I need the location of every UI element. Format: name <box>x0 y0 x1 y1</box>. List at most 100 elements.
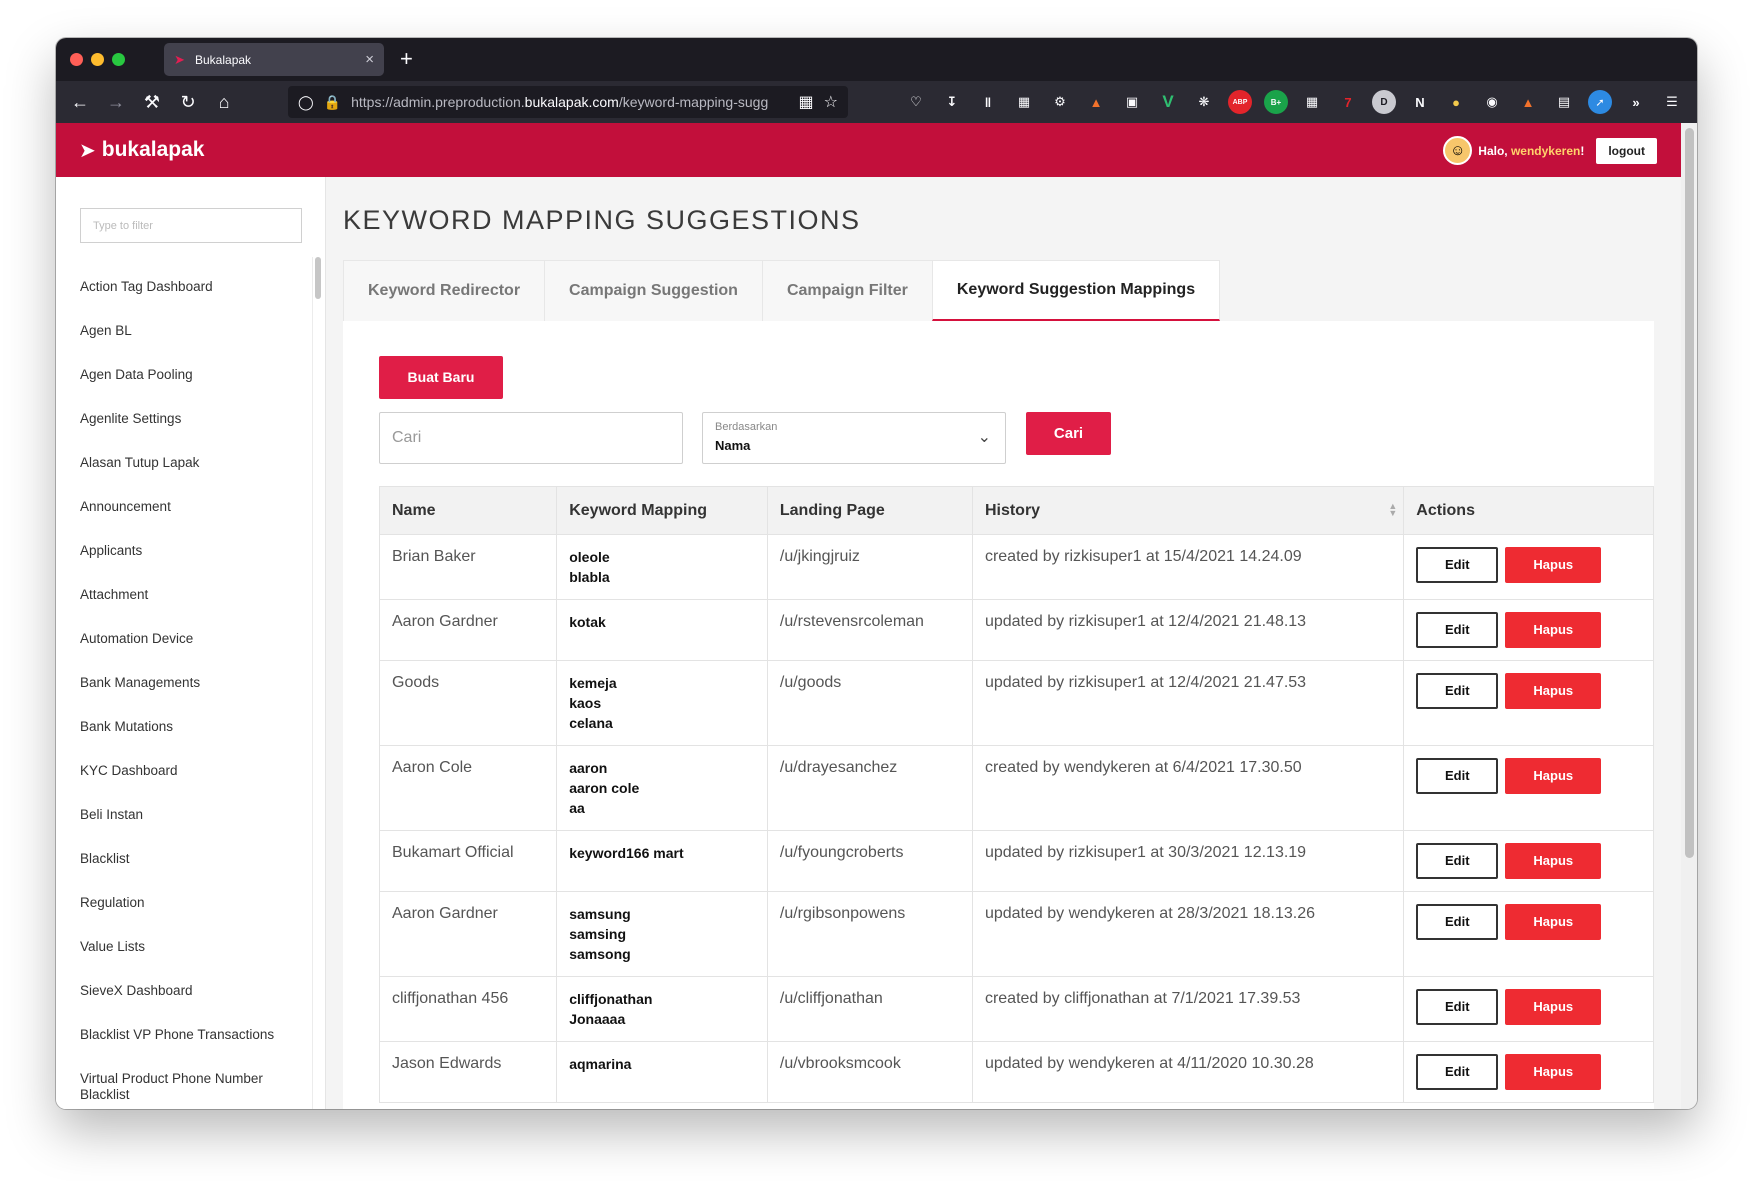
edit-button[interactable]: Edit <box>1416 612 1499 648</box>
bookmark-star-icon[interactable]: ☆ <box>824 92 838 112</box>
url-text[interactable]: https://admin.preproduction.bukalapak.co… <box>351 94 788 110</box>
fox-extension-icon[interactable]: ▲ <box>1084 90 1108 114</box>
delete-button[interactable]: Hapus <box>1505 758 1602 794</box>
sidebar-item[interactable]: Blacklist <box>80 851 310 895</box>
sidebar-item[interactable]: Beli Instan <box>80 807 310 851</box>
globe-extension-icon[interactable]: ⚙ <box>1048 90 1072 114</box>
download-icon[interactable]: ↧ <box>940 90 964 114</box>
apps-grid-icon[interactable]: ▦ <box>1300 90 1324 114</box>
column-header-history[interactable]: History ▲ ▼ <box>971 486 1405 535</box>
avatar[interactable]: ☺ <box>1443 136 1473 165</box>
reload-icon[interactable]: ↻ <box>170 92 206 113</box>
address-bar[interactable]: ◯ 🔒 https://admin.preproduction.bukalapa… <box>288 86 848 118</box>
n-extension-icon[interactable]: N <box>1408 90 1432 114</box>
tab-campaign-filter[interactable]: Campaign Filter <box>761 260 933 321</box>
sidebar-item[interactable]: Alasan Tutup Lapak <box>80 455 310 499</box>
reader-extension-icon[interactable]: ▤ <box>1552 90 1576 114</box>
cookie-extension-icon[interactable]: ◉ <box>1480 90 1504 114</box>
tab-keyword-suggestion-mappings[interactable]: Keyword Suggestion Mappings <box>931 260 1221 321</box>
sidebar-item[interactable]: Announcement <box>80 499 310 543</box>
screenshot-extension-icon[interactable]: ▣ <box>1120 90 1144 114</box>
sidebar-item[interactable]: Bank Mutations <box>80 719 310 763</box>
search-input[interactable]: Cari <box>379 412 683 464</box>
delete-button[interactable]: Hapus <box>1505 989 1602 1025</box>
edit-button[interactable]: Edit <box>1416 904 1499 940</box>
more-extensions-icon[interactable]: » <box>1624 90 1648 114</box>
edit-button[interactable]: Edit <box>1416 843 1499 879</box>
close-window-button[interactable] <box>70 53 83 66</box>
logout-button[interactable]: logout <box>1596 137 1657 164</box>
sidebar-item[interactable]: Blacklist VP Phone Transactions <box>80 1027 310 1071</box>
sidebar-item[interactable]: Regulation <box>80 895 310 939</box>
forward-arrow-icon[interactable]: → <box>98 92 134 113</box>
create-new-button[interactable]: Buat Baru <box>379 356 503 399</box>
bukalapak-logo[interactable]: ➤ bukalapak <box>79 138 204 163</box>
delete-button[interactable]: Hapus <box>1505 843 1602 879</box>
sidebar-item[interactable]: Applicants <box>80 543 310 587</box>
qr-code-icon[interactable]: ▦ <box>799 92 814 112</box>
sidebar-filter-input[interactable]: Type to filter <box>80 208 302 243</box>
cell-keywords: aqmarina <box>556 1041 768 1103</box>
qr-extension-icon[interactable]: ▦ <box>1012 90 1036 114</box>
bottle-extension-icon[interactable]: ● <box>1444 90 1468 114</box>
new-tab-button[interactable]: + <box>400 46 413 72</box>
tab-keyword-redirector[interactable]: Keyword Redirector <box>343 260 546 321</box>
delete-button[interactable]: Hapus <box>1505 673 1602 709</box>
metamask-icon[interactable]: ▲ <box>1516 90 1540 114</box>
back-arrow-icon[interactable]: ← <box>62 92 98 113</box>
delete-button[interactable]: Hapus <box>1505 547 1602 583</box>
search-by-select[interactable]: Berdasarkan Nama ⌄ <box>702 412 1006 464</box>
sidebar-scrollbar[interactable] <box>315 257 321 299</box>
minimize-window-button[interactable] <box>91 53 104 66</box>
vue-devtools-icon[interactable]: V <box>1156 90 1180 114</box>
sidebar-item[interactable]: Agen Data Pooling <box>80 367 310 411</box>
sort-icon[interactable]: ▲ ▼ <box>1388 502 1397 518</box>
cell-name: Goods <box>378 660 558 746</box>
react-devtools-icon[interactable]: ❋ <box>1192 90 1216 114</box>
edit-button[interactable]: Edit <box>1416 1054 1499 1090</box>
grammar-extension-icon[interactable]: B+ <box>1264 90 1288 114</box>
wrench-icon[interactable]: ⚒ <box>134 92 170 113</box>
compass-extension-icon[interactable]: ➚ <box>1588 90 1612 114</box>
edit-button[interactable]: Edit <box>1416 989 1499 1025</box>
sidebar-item[interactable]: KYC Dashboard <box>80 763 310 807</box>
table-row: Jason Edwards aqmarina /u/vbrooksmcook u… <box>378 1041 1654 1103</box>
browser-tab[interactable]: ➤ Bukalapak × <box>164 43 384 76</box>
delete-button[interactable]: Hapus <box>1505 904 1602 940</box>
search-button[interactable]: Cari <box>1026 412 1111 455</box>
hamburger-menu-icon[interactable]: ☰ <box>1660 90 1684 114</box>
edit-button[interactable]: Edit <box>1416 758 1499 794</box>
maximize-window-button[interactable] <box>112 53 125 66</box>
username[interactable]: wendykeren <box>1511 144 1580 158</box>
close-tab-icon[interactable]: × <box>365 51 374 68</box>
column-header-name[interactable]: Name <box>378 486 558 535</box>
adblock-plus-icon[interactable]: ABP <box>1228 90 1252 114</box>
home-icon[interactable]: ⌂ <box>206 92 242 113</box>
cell-history: updated by rizkisuper1 at 12/4/2021 21.4… <box>971 599 1405 661</box>
delete-button[interactable]: Hapus <box>1505 1054 1602 1090</box>
sidebar-item[interactable]: Virtual Product Phone Number Blacklist <box>80 1071 310 1109</box>
sidebar-item[interactable]: Agen BL <box>80 323 310 367</box>
column-header-keyword-mapping[interactable]: Keyword Mapping <box>556 486 768 535</box>
tab-campaign-suggestion[interactable]: Campaign Suggestion <box>544 260 763 321</box>
pocket-icon[interactable]: ♡ <box>904 90 928 114</box>
sidebar-item[interactable]: Bank Managements <box>80 675 310 719</box>
sidebar-item[interactable]: Automation Device <box>80 631 310 675</box>
delete-button[interactable]: Hapus <box>1505 612 1602 648</box>
d-extension-icon[interactable]: D <box>1372 90 1396 114</box>
sidebar-item[interactable]: Value Lists <box>80 939 310 983</box>
sidebar-item[interactable]: Agenlite Settings <box>80 411 310 455</box>
sidebar-scroll-track <box>312 257 313 1109</box>
shield-icon[interactable]: ◯ <box>298 94 314 111</box>
page-scrollbar[interactable] <box>1685 128 1694 858</box>
lock-icon[interactable]: 🔒 <box>324 94 341 111</box>
edit-button[interactable]: Edit <box>1416 547 1499 583</box>
extension-badge-icon[interactable]: 7 <box>1336 90 1360 114</box>
library-icon[interactable]: ‖ <box>976 90 1000 114</box>
sidebar-item[interactable]: Action Tag Dashboard <box>80 279 310 323</box>
column-header-landing-page[interactable]: Landing Page <box>766 486 973 535</box>
cell-actions: Edit Hapus <box>1403 599 1654 661</box>
sidebar-item[interactable]: SieveX Dashboard <box>80 983 310 1027</box>
edit-button[interactable]: Edit <box>1416 673 1499 709</box>
sidebar-item[interactable]: Attachment <box>80 587 310 631</box>
